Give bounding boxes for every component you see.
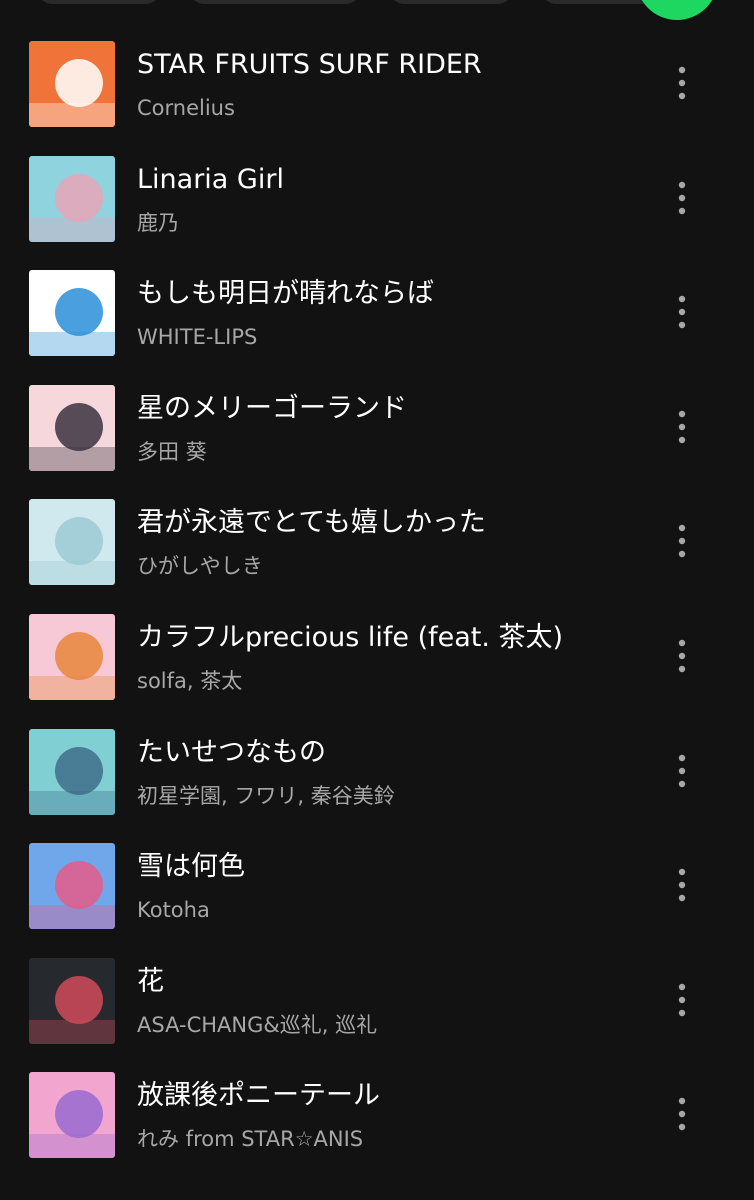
album-cover-icon: [29, 384, 115, 471]
track-title: 君が永遠でとても嬉しかった: [137, 507, 486, 539]
more-options-button[interactable]: [664, 292, 700, 332]
more-vertical-icon: [678, 983, 686, 1016]
track-title: STAR FRUITS SURF RIDER: [137, 49, 482, 80]
album-cover-icon: [29, 957, 115, 1044]
track-artist: ひがしやしき: [137, 554, 263, 579]
play-button[interactable]: [636, 0, 718, 20]
track-list: STAR FRUITS SURF RIDER Cornelius Linaria G…: [0, 41, 754, 1187]
track-row[interactable]: 雪は何色 Kotoha: [0, 843, 754, 958]
more-vertical-icon: [678, 639, 686, 673]
track-title: 雪は何色: [137, 851, 245, 883]
album-cover-icon: [29, 41, 115, 127]
track-title: 放課後ポニーテール: [137, 1080, 380, 1112]
album-cover-icon: [29, 270, 115, 357]
more-options-button[interactable]: [664, 751, 700, 791]
track-row[interactable]: 君が永遠でとても嬉しかったひがしやしき: [0, 499, 754, 614]
album-cover-icon: [29, 728, 115, 815]
track-artist: 初星学園, フワリ, 秦谷美鈴: [137, 783, 395, 808]
more-options-button[interactable]: [664, 980, 700, 1020]
filter-chip[interactable]: [388, 0, 514, 4]
more-options-button[interactable]: [664, 407, 700, 447]
track-artist: Cornelius: [137, 96, 235, 120]
more-vertical-icon: [678, 1098, 686, 1131]
more-options-button[interactable]: [664, 521, 700, 561]
more-options-button[interactable]: [664, 63, 700, 103]
more-vertical-icon: [678, 295, 686, 329]
album-cover-icon: [29, 843, 115, 930]
track-artist: れみ from STAR☆ANIS: [137, 1127, 364, 1152]
track-row[interactable]: 星のメリーゴーランド多田 葵: [0, 384, 754, 500]
track-title: たいせつなもの: [137, 736, 326, 768]
track-row[interactable]: カラフルprecious life (feat. 茶太) solfa, 茶太: [0, 613, 754, 729]
track-row[interactable]: Linaria Girl 鹿乃: [0, 155, 754, 271]
album-cover-icon: [29, 613, 115, 700]
track-artist: 多田 葵: [137, 439, 207, 464]
more-vertical-icon: [678, 181, 686, 214]
more-vertical-icon: [678, 410, 686, 443]
track-artist: ASA-CHANG&巡礼, 巡礼: [137, 1012, 378, 1037]
more-vertical-icon: [678, 868, 686, 902]
more-options-button[interactable]: [664, 865, 700, 905]
track-row[interactable]: 放課後ポニーテールれみ from STAR☆ANIS: [0, 1072, 754, 1187]
filter-chip[interactable]: [188, 0, 362, 4]
track-title: カラフルprecious life (feat. 茶太): [137, 621, 564, 653]
more-options-button[interactable]: [664, 178, 700, 218]
track-title: Linaria Girl: [137, 163, 284, 195]
filter-chip[interactable]: [36, 0, 162, 4]
more-vertical-icon: [678, 754, 686, 787]
track-artist: Kotoha: [137, 898, 210, 923]
track-artist: 鹿乃: [137, 210, 179, 235]
more-vertical-icon: [678, 66, 686, 100]
album-cover-icon: [29, 499, 115, 586]
track-row[interactable]: 花 ASA-CHANG&巡礼, 巡礼: [0, 957, 754, 1073]
album-cover-icon: [29, 155, 115, 242]
album-cover-icon: [29, 1072, 115, 1159]
track-row[interactable]: STAR FRUITS SURF RIDER Cornelius: [0, 41, 754, 156]
track-row[interactable]: たいせつなもの初星学園, フワリ, 秦谷美鈴: [0, 728, 754, 844]
track-title: もしも明日が晴れならば: [137, 278, 434, 310]
track-row[interactable]: もしも明日が晴れならば WHITE-LIPS: [0, 270, 754, 385]
more-vertical-icon: [678, 525, 686, 558]
track-artist: solfa, 茶太: [137, 668, 243, 693]
track-title: 星のメリーゴーランド: [137, 392, 407, 424]
track-artist: WHITE-LIPS: [137, 325, 258, 350]
filter-chips: [0, 0, 754, 10]
more-options-button[interactable]: [664, 636, 700, 676]
more-options-button[interactable]: [664, 1094, 700, 1134]
track-title: 花: [137, 965, 164, 997]
